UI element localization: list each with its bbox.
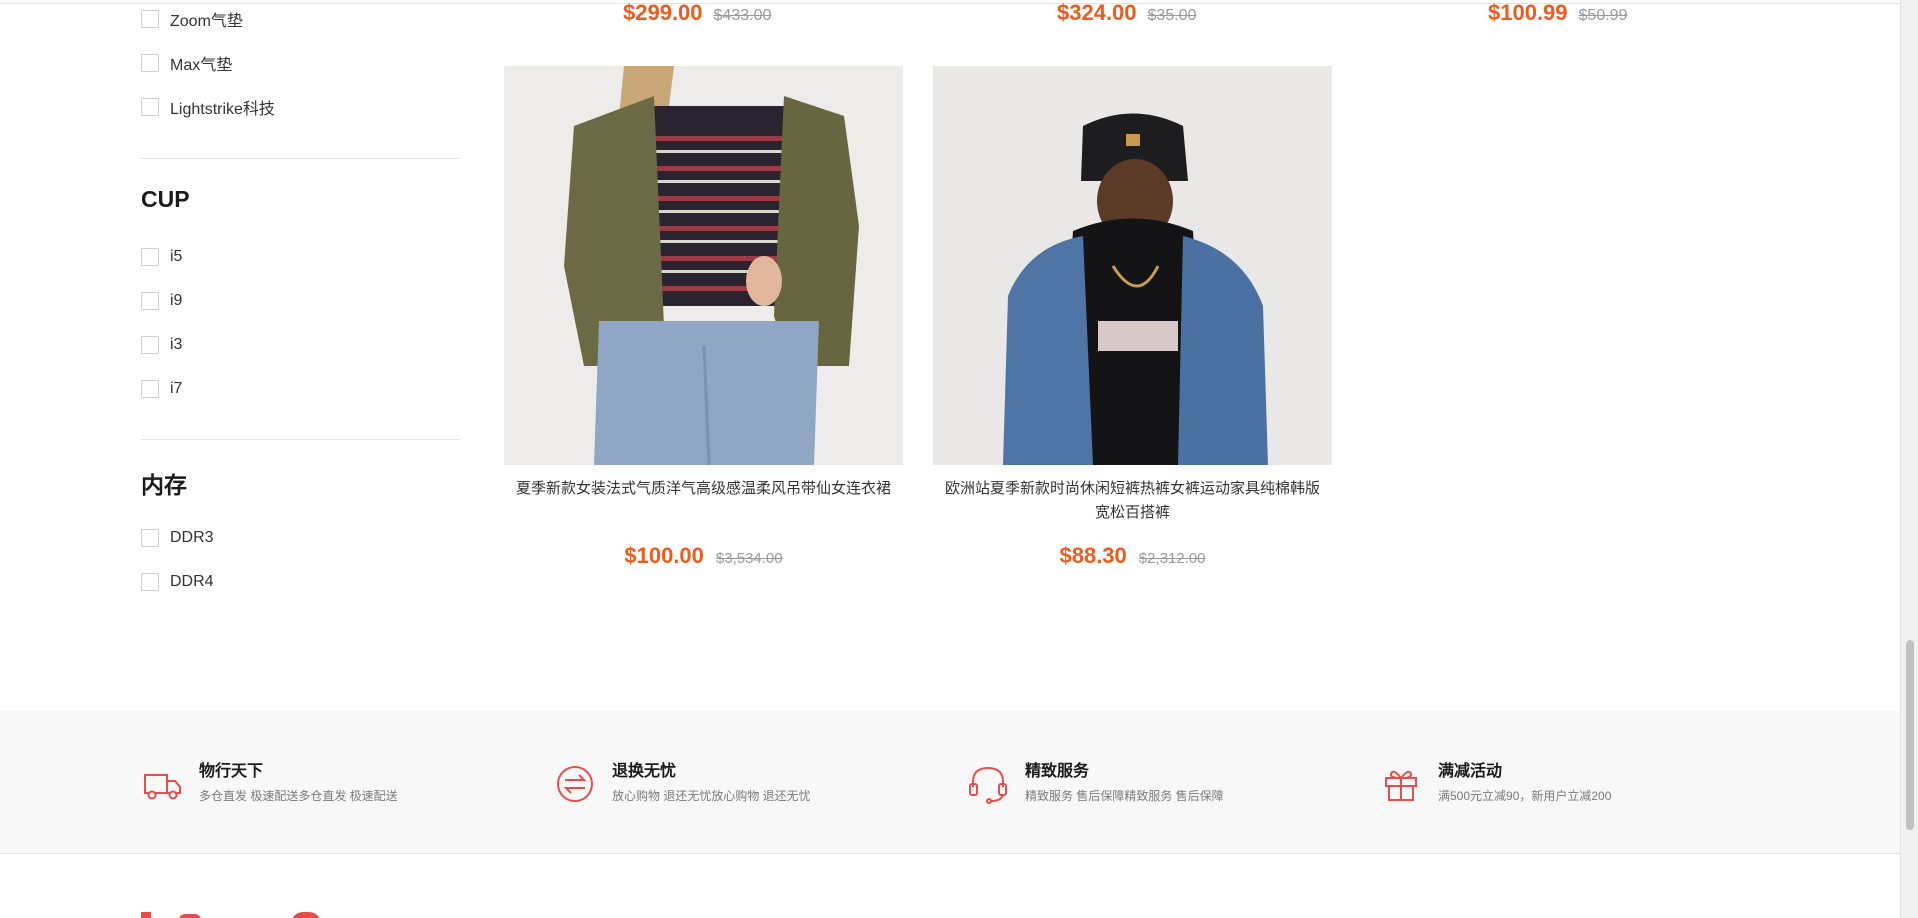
service-item-support: 精致服务 精致服务 售后保障精致服务 售后保障 [967, 762, 1224, 805]
product-old-price: $3,534.00 [715, 550, 783, 567]
filter-option-i9[interactable]: i9 [141, 290, 182, 312]
gift-icon [1385, 770, 1417, 801]
filter-option-label: Zoom气垫 [170, 13, 243, 30]
checkbox[interactable] [141, 54, 159, 72]
product-price: $88.30 [1059, 543, 1127, 568]
filter-option-label: DDR4 [170, 573, 214, 590]
product-price-row: $299.00 $433.00 [623, 0, 771, 26]
product-old-price: $2,312.00 [1138, 550, 1206, 567]
service-desc: 满500元立减90，新用户立减200 [1438, 789, 1612, 803]
product-card[interactable]: 夏季新款女装法式气质洋气高级感温柔风吊带仙女连衣裙 $100.00 $3,534… [504, 66, 903, 569]
filter-option-ddr3[interactable]: DDR3 [141, 527, 214, 549]
checkbox[interactable] [141, 380, 159, 398]
footer-logo[interactable] [141, 906, 361, 918]
filter-option-label: i5 [170, 248, 183, 265]
product-card[interactable]: 欧洲站夏季新款时尚休闲短裤热裤女裤运动家具纯棉韩版宽松百搭裤 $88.30 $2… [933, 66, 1332, 569]
filter-option-i5[interactable]: i5 [141, 246, 182, 268]
filter-option-i7[interactable]: i7 [141, 378, 182, 400]
product-title[interactable]: 欧洲站夏季新款时尚休闲短裤热裤女裤运动家具纯棉韩版宽松百搭裤 [933, 477, 1332, 525]
filter-option-label: i7 [170, 380, 183, 397]
product-image[interactable] [504, 66, 903, 465]
checkbox[interactable] [141, 336, 159, 354]
filter-option-ddr4[interactable]: DDR4 [141, 571, 214, 593]
product-image[interactable] [933, 66, 1332, 465]
product-price: $100.00 [624, 543, 704, 568]
product-price: $324.00 [1057, 0, 1137, 25]
product-photo-man-denim [933, 66, 1332, 465]
service-band: 物行天下 多仓直发 极速配送多仓直发 极速配送 退换无忧 放心购物 退还无忧放心… [0, 711, 1900, 854]
service-title: 物行天下 [199, 763, 264, 780]
filter-title-cpu: CUP [141, 186, 190, 212]
filter-option-i3[interactable]: i3 [141, 334, 182, 356]
service-title: 满减活动 [1438, 763, 1503, 780]
service-item-delivery: 物行天下 多仓直发 极速配送多仓直发 极速配送 [141, 762, 398, 805]
filter-option-label: Lightstrike科技 [170, 101, 275, 118]
product-price-group: $88.30 $2,312.00 [933, 543, 1332, 569]
checkbox[interactable] [141, 573, 159, 591]
service-desc: 放心购物 退还无忧放心购物 退还无忧 [612, 789, 811, 803]
product-title[interactable]: 夏季新款女装法式气质洋气高级感温柔风吊带仙女连衣裙 [504, 477, 903, 525]
filter-option-label: DDR3 [170, 529, 214, 546]
checkbox[interactable] [141, 529, 159, 547]
service-item-promotion: 满减活动 满500元立减90，新用户立减200 [1380, 762, 1611, 805]
service-item-exchange: 退换无忧 放心购物 退还无忧放心购物 退还无忧 [554, 762, 811, 805]
filter-option-label: Max气垫 [170, 57, 233, 74]
checkbox[interactable] [141, 248, 159, 266]
checkbox[interactable] [141, 98, 159, 116]
page-scrollbar[interactable] [1900, 0, 1918, 918]
filter-option-max[interactable]: Max气垫 [141, 52, 232, 74]
filter-option-label: i3 [170, 336, 183, 353]
product-price-group: $100.00 $3,534.00 [504, 543, 903, 569]
delivery-truck-icon [144, 774, 181, 800]
filter-divider [141, 158, 460, 159]
filter-option-lightstrike[interactable]: Lightstrike科技 [141, 96, 275, 118]
product-photo-woman-jacket [504, 66, 903, 465]
filter-title-memory: 内存 [141, 472, 187, 498]
product-old-price: $50.99 [1578, 7, 1628, 24]
service-desc: 多仓直发 极速配送多仓直发 极速配送 [199, 789, 398, 803]
product-old-price: $433.00 [713, 7, 772, 24]
checkbox[interactable] [141, 292, 159, 310]
checkbox[interactable] [141, 10, 159, 28]
service-desc: 精致服务 售后保障精致服务 售后保障 [1025, 789, 1224, 803]
exchange-icon [557, 766, 593, 802]
filter-option-zoom[interactable]: Zoom气垫 [141, 8, 243, 30]
service-title: 退换无忧 [612, 763, 677, 780]
product-old-price: $35.00 [1147, 7, 1197, 24]
headset-icon [969, 766, 1007, 804]
filter-option-label: i9 [170, 292, 183, 309]
product-price: $100.99 [1488, 0, 1568, 25]
service-title: 精致服务 [1025, 763, 1090, 780]
filter-divider [141, 439, 460, 440]
scrollbar-thumb[interactable] [1906, 640, 1914, 830]
product-price: $299.00 [623, 0, 703, 25]
product-price-row: $324.00 $35.00 [1057, 0, 1196, 26]
product-price-row: $100.99 $50.99 [1488, 0, 1627, 26]
